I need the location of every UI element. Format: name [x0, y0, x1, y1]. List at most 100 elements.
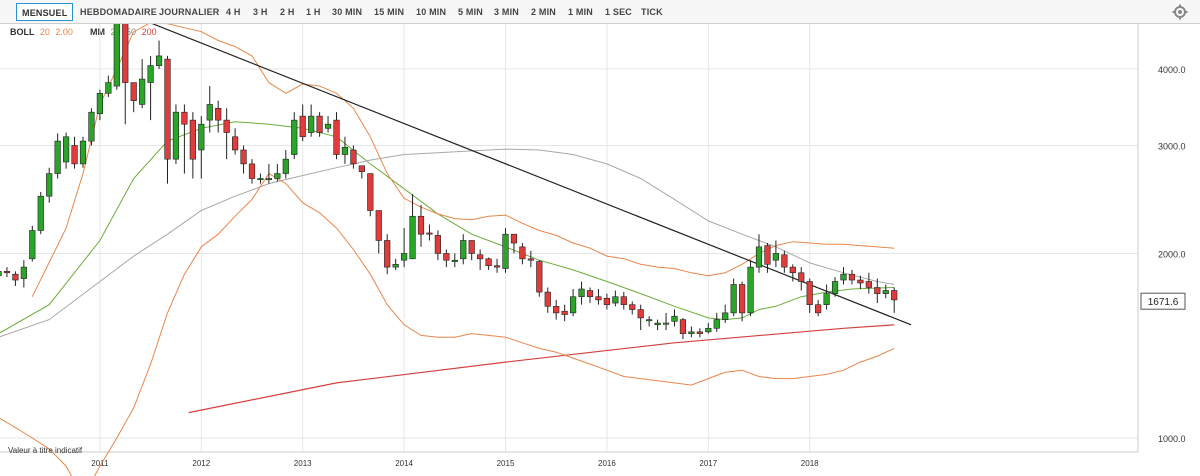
candle-body: [240, 149, 247, 165]
candle-body: [181, 111, 188, 125]
candle-body: [324, 123, 332, 129]
candle-body: [29, 230, 36, 260]
candle-body: [274, 173, 281, 179]
candle-body: [392, 264, 399, 268]
candle-body: [831, 281, 839, 294]
candle-body: [282, 158, 289, 174]
candle-body: [806, 281, 813, 305]
gear-icon[interactable]: [1172, 4, 1188, 20]
x-tick-label: 2015: [497, 459, 515, 468]
candle-body: [764, 245, 771, 265]
timeframe-toolbar: MENSUEL HEBDOMADAIRE JOURNALIER 4 H 3 H 2 H 1 …: [0, 0, 1200, 24]
x-tick-label: 2012: [192, 459, 210, 468]
x-tick-label: 2014: [395, 459, 413, 468]
candle-body: [485, 258, 492, 267]
candle-body: [71, 145, 78, 165]
candle-body: [493, 265, 501, 268]
candle-body: [417, 215, 425, 235]
candle-body: [291, 119, 298, 155]
tab-3-min[interactable]: 3 MIN: [494, 3, 519, 21]
candle-body: [468, 240, 475, 254]
candle-body: [375, 210, 382, 241]
candle-body: [527, 258, 534, 261]
candle-body: [696, 331, 703, 334]
tab-15-min[interactable]: 15 MIN: [374, 3, 404, 21]
candle-body: [789, 266, 796, 274]
tab-10-min[interactable]: 10 MIN: [416, 3, 446, 21]
tab-1-h[interactable]: 1 H: [306, 3, 321, 21]
series-ma200: [188, 324, 895, 414]
tab-hebdomadaire[interactable]: HEBDOMADAIRE: [80, 3, 157, 21]
tab-mensuel[interactable]: MENSUEL: [16, 3, 74, 21]
candle-body: [688, 331, 695, 334]
tab-tick[interactable]: TICK: [641, 3, 663, 21]
x-tick-label: 2013: [294, 459, 312, 468]
tab-1-min[interactable]: 1 MIN: [568, 3, 593, 21]
candle-body: [840, 273, 847, 281]
candle-body: [122, 24, 129, 83]
candle-body: [637, 309, 644, 319]
candle-body: [781, 254, 788, 268]
candle-body: [848, 273, 856, 281]
candle-body: [730, 284, 737, 314]
candle-body: [519, 246, 526, 260]
x-tick-label: 2011: [91, 459, 109, 468]
candle-body: [798, 272, 805, 282]
y-tick-label: 2000.0: [1158, 249, 1186, 259]
tab-journalier[interactable]: JOURNALIER: [159, 3, 220, 21]
candle-body: [612, 296, 619, 304]
last-price-label: 1671.6: [1148, 297, 1179, 308]
candle-body: [595, 296, 602, 301]
candle-body: [46, 173, 53, 197]
tab-2-min[interactable]: 2 MIN: [531, 3, 556, 21]
candle-body: [341, 146, 349, 155]
candle-body: [0, 271, 2, 276]
candle-body: [232, 136, 239, 151]
x-tick-label: 2017: [699, 459, 717, 468]
candle-body: [189, 119, 196, 160]
candle-body: [569, 296, 577, 314]
candle-body: [333, 119, 340, 155]
candle-body: [172, 111, 180, 160]
candle-body: [79, 140, 87, 165]
candle-body: [20, 266, 27, 279]
candle-body: [629, 304, 636, 310]
candle-body: [603, 297, 610, 305]
candle-body: [646, 319, 653, 322]
candle-body: [874, 287, 881, 294]
candle-body: [409, 215, 416, 260]
price-chart[interactable]: 1000.02000.03000.04000.05000.02011201220…: [0, 24, 1200, 476]
candle-body: [350, 149, 357, 165]
candle-body: [662, 322, 670, 325]
candle-body: [88, 111, 95, 142]
candle-body: [358, 165, 365, 172]
candle-body: [772, 253, 779, 261]
candle-body: [248, 163, 256, 179]
candle-body: [857, 279, 864, 284]
candle-body: [705, 327, 712, 333]
candle-body: [206, 104, 213, 121]
tab-4-h[interactable]: 4 H: [226, 3, 241, 21]
candle-body: [367, 173, 374, 211]
candle-body: [223, 119, 230, 133]
candle-body: [823, 293, 830, 305]
tab-1-sec[interactable]: 1 SEC: [605, 3, 632, 21]
candle-body: [738, 284, 746, 314]
candle-body: [755, 246, 763, 268]
candle-body: [713, 319, 720, 329]
candle-body: [257, 178, 264, 181]
candle-body: [155, 55, 163, 66]
candle-body: [882, 290, 889, 294]
candle-body: [679, 319, 687, 334]
candle-body: [654, 322, 661, 326]
tab-3-h[interactable]: 3 H: [253, 3, 268, 21]
x-tick-label: 2018: [801, 459, 819, 468]
tab-2-h[interactable]: 2 H: [280, 3, 295, 21]
candle-body: [113, 24, 120, 87]
candle-body: [316, 115, 323, 133]
candle-body: [426, 232, 433, 235]
tab-30-min[interactable]: 30 MIN: [332, 3, 362, 21]
series-ma20: [0, 121, 895, 334]
tab-5-min[interactable]: 5 MIN: [458, 3, 483, 21]
candle-body: [299, 115, 306, 138]
